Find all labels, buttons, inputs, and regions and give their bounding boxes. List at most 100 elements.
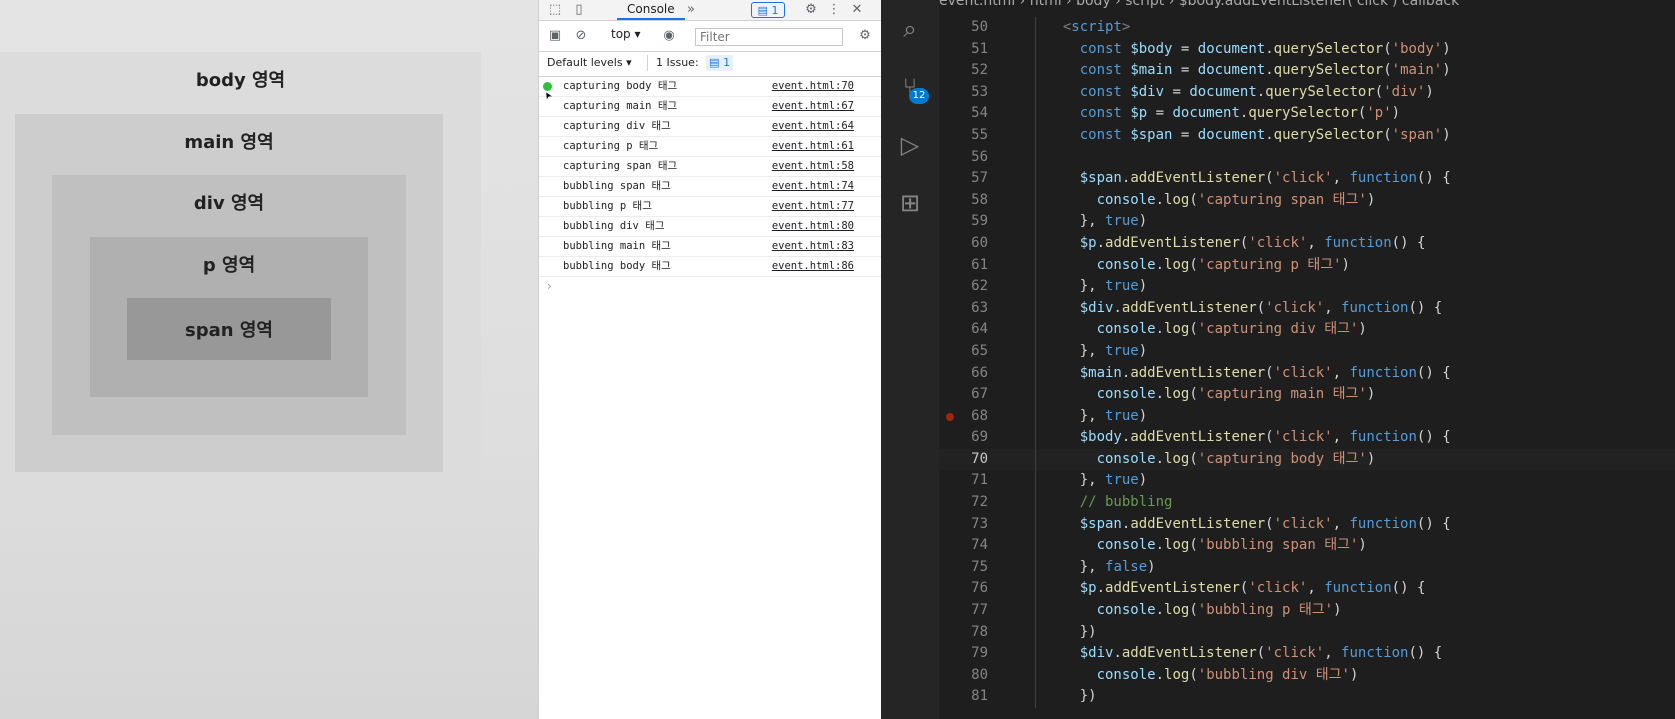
code-line[interactable]: 63 $div.addEventListener('click', functi… [939, 297, 1675, 320]
log-source-link[interactable]: event.html:74 [772, 177, 854, 196]
log-entry: capturing span 태그 event.html:58 [539, 157, 882, 177]
log-source-link[interactable]: event.html:77 [772, 197, 854, 216]
code-line[interactable]: 54 const $p = document.querySelector('p'… [939, 103, 1675, 125]
console-settings-gear-icon[interactable]: ⚙ [857, 28, 873, 44]
code-line[interactable]: 56 [939, 146, 1675, 169]
code-line[interactable]: 68 }, true) [939, 405, 1675, 428]
log-source-link[interactable]: event.html:70 [772, 77, 854, 96]
code-line[interactable]: 53 const $div = document.querySelector('… [939, 81, 1675, 104]
indent-guide [1035, 427, 1036, 449]
indent-guide [1035, 448, 1036, 471]
line-number: 81 [971, 688, 988, 705]
log-message: capturing span 태그 [563, 160, 678, 172]
code-line[interactable]: 69 $body.addEventListener('click', funct… [939, 427, 1675, 449]
code-line[interactable]: 57 $span.addEventListener('click', funct… [939, 168, 1675, 190]
code-line[interactable]: 71 }, true) [939, 470, 1675, 493]
log-entry: bubbling div 태그 event.html:80 [539, 217, 882, 237]
code-line[interactable]: 66 $main.addEventListener('click', funct… [939, 362, 1675, 385]
context-selector[interactable]: top ▾ [611, 27, 641, 41]
more-tabs-icon[interactable]: » [683, 2, 699, 18]
breadcrumb-item[interactable]: script [1125, 0, 1164, 9]
log-message: bubbling span 태그 [563, 180, 671, 192]
code-line[interactable]: 60 $p.addEventListener('click', function… [939, 232, 1675, 255]
filter-input[interactable] [695, 28, 843, 46]
settings-gear-icon[interactable]: ⚙ [803, 2, 819, 18]
code-text: const $p = document.querySelector('p') [1079, 105, 1401, 122]
code-line[interactable]: 55 const $span = document.querySelector(… [939, 124, 1675, 147]
tab-console[interactable]: Console [617, 0, 685, 20]
indent-guide [1035, 146, 1036, 169]
log-source-link[interactable]: event.html:64 [772, 117, 854, 136]
code-line[interactable]: 52 const $main = document.querySelector(… [939, 60, 1675, 82]
log-source-link[interactable]: event.html:67 [772, 97, 854, 116]
log-source-link[interactable]: event.html:61 [772, 137, 854, 156]
code-text: const $body = document.querySelector('bo… [1079, 40, 1451, 57]
vscode-window: ⌕ ⑂ 12 ▷ ⊞ event.html › html › body › sc… [881, 0, 1675, 719]
log-levels-dropdown[interactable]: Default levels ▾ [547, 56, 632, 69]
code-line[interactable]: 64 console.log('capturing div 태그') [939, 319, 1675, 341]
log-entry: ➤ capturing body 태그 event.html:70 [539, 77, 882, 102]
run-debug-icon[interactable]: ▷ [895, 130, 925, 160]
chevron-down-icon: ▾ [634, 27, 641, 41]
breadcrumb-item[interactable]: event.html [939, 0, 1015, 9]
code-line[interactable]: 81 }) [939, 686, 1675, 708]
messages-badge[interactable]: ▤ 1 [751, 2, 785, 18]
extensions-icon[interactable]: ⊞ [895, 188, 925, 218]
inspect-element-icon[interactable]: ⬚ [547, 2, 563, 18]
indent-guide [1035, 492, 1036, 514]
clear-console-icon[interactable]: ⊘ [573, 28, 589, 44]
line-number: 64 [971, 321, 988, 338]
log-source-link[interactable]: event.html:80 [772, 217, 854, 236]
close-devtools-icon[interactable]: ✕ [849, 2, 865, 18]
log-source-link[interactable]: event.html:83 [772, 237, 854, 256]
code-line[interactable]: 74 console.log('bubbling span 태그') [939, 535, 1675, 557]
code-line[interactable]: 50 <script> [939, 17, 1675, 39]
code-line[interactable]: 73 $span.addEventListener('click', funct… [939, 513, 1675, 536]
code-text: $span.addEventListener('click', function… [1079, 170, 1451, 187]
code-line[interactable]: 61 console.log('capturing p 태그') [939, 254, 1675, 277]
live-expression-eye-icon[interactable]: ◉ [661, 28, 677, 44]
source-control-badge: 12 [909, 88, 929, 104]
body-area-label: body 영역 [195, 70, 286, 91]
code-line[interactable]: 78 }) [939, 621, 1675, 644]
code-line[interactable]: 59 }, true) [939, 211, 1675, 233]
console-prompt[interactable]: › [539, 277, 882, 295]
span-area-label: span 영역 [185, 320, 273, 341]
code-text: }, true) [1079, 278, 1148, 295]
device-toolbar-icon[interactable]: ▯ [571, 2, 587, 18]
code-line[interactable]: 77 console.log('bubbling p 태그') [939, 600, 1675, 622]
main-area-label: main 영역 [184, 132, 274, 153]
line-number: 73 [971, 515, 988, 532]
code-line[interactable]: 67 console.log('capturing main 태그') [939, 384, 1675, 406]
more-options-icon[interactable]: ⋮ [826, 2, 842, 18]
span-area[interactable]: span 영역 [127, 298, 331, 360]
code-line[interactable]: 58 console.log('capturing span 태그') [939, 189, 1675, 212]
code-line[interactable]: 72 // bubbling [939, 492, 1675, 514]
issues-button[interactable]: 1 Issue: ▤ 1 [647, 55, 737, 71]
code-text: console.log('bubbling p 태그') [1096, 602, 1342, 619]
breadcrumb-item[interactable]: $body.addEventListener('click') callback [1179, 0, 1459, 9]
code-line[interactable]: 79 $div.addEventListener('click', functi… [939, 643, 1675, 665]
log-source-link[interactable]: event.html:86 [772, 257, 854, 276]
search-icon[interactable]: ⌕ [895, 14, 925, 44]
code-line[interactable]: 80 console.log('bubbling div 태그') [939, 664, 1675, 687]
indent-guide [1035, 276, 1036, 298]
code-text: $div.addEventListener('click', function(… [1079, 299, 1443, 316]
log-source-link[interactable]: event.html:58 [772, 157, 854, 176]
sidebar-toggle-icon[interactable]: ▣ [547, 28, 563, 44]
code-line[interactable]: 62 }, true) [939, 276, 1675, 298]
code-line[interactable]: 76 $p.addEventListener('click', function… [939, 578, 1675, 601]
issues-badge: ▤ 1 [706, 55, 734, 71]
code-line[interactable]: 65 }, true) [939, 340, 1675, 363]
line-number: 70 [971, 450, 988, 467]
line-number: 59 [971, 213, 988, 230]
code-line[interactable]: 51 const $body = document.querySelector(… [939, 38, 1675, 61]
code-text: const $main = document.querySelector('ma… [1079, 62, 1451, 79]
code-line[interactable]: 75 }, false) [939, 556, 1675, 579]
code-editor[interactable]: event.html › html › body › script › $bod… [939, 0, 1675, 719]
breadcrumb-item[interactable]: body [1076, 0, 1111, 9]
code-line[interactable]: 70 console.log('capturing body 태그') [939, 448, 1675, 471]
code-text: console.log('bubbling div 태그') [1096, 666, 1359, 683]
breadcrumb-item[interactable]: html [1030, 0, 1062, 9]
log-message: capturing main 태그 [563, 100, 678, 112]
